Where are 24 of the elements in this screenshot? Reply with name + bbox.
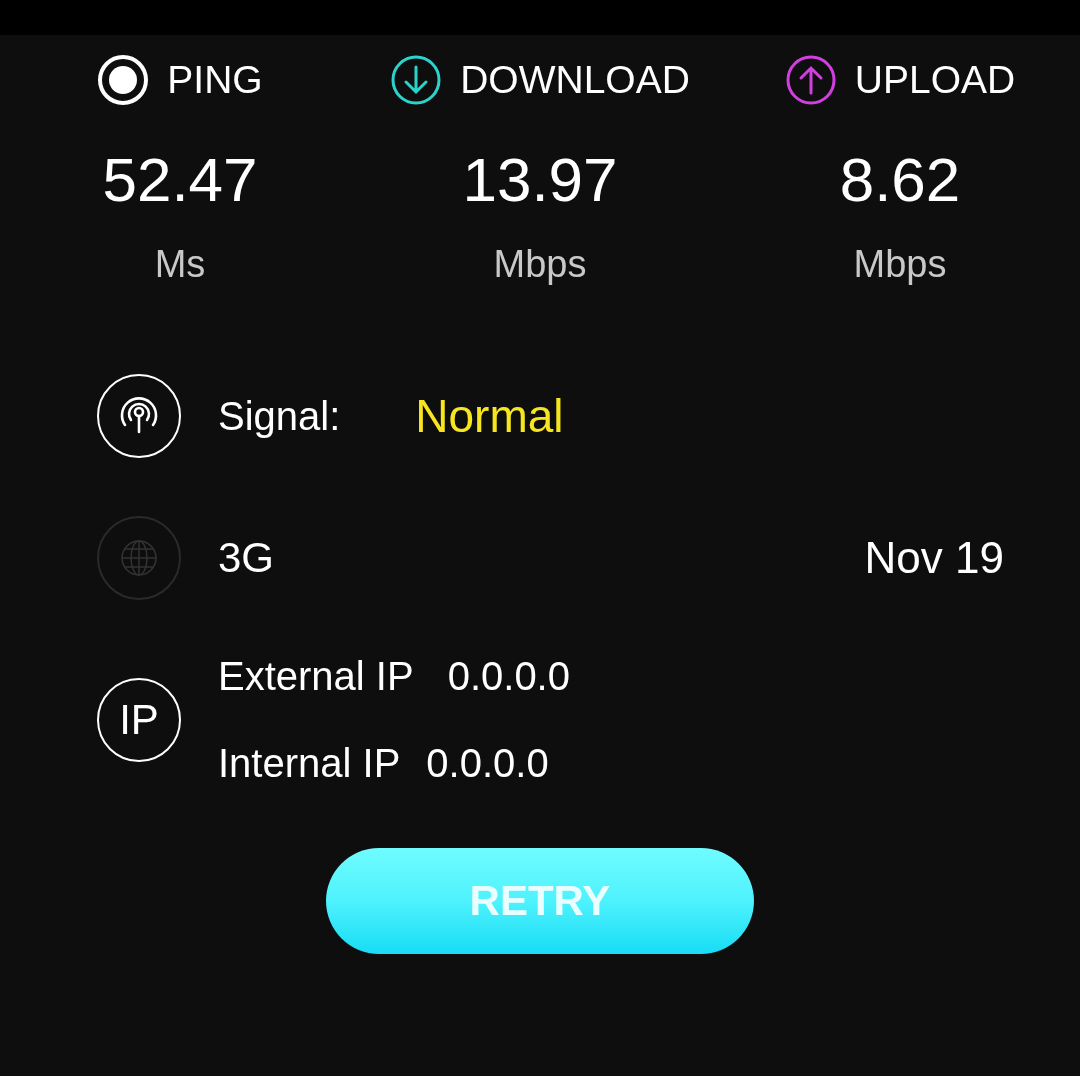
- metric-unit: Mbps: [493, 243, 587, 286]
- signal-icon: [97, 374, 181, 458]
- metric-value: 52.47: [102, 144, 258, 216]
- download-icon: [390, 54, 443, 106]
- upload-icon: [784, 54, 837, 106]
- network-type: 3G: [218, 534, 275, 582]
- signal-status: Normal: [415, 389, 564, 443]
- metric-label: PING: [167, 58, 263, 102]
- signal-label: Signal:: [218, 393, 341, 439]
- metric-unit: Ms: [154, 243, 206, 286]
- ip-label: External IP: [218, 654, 414, 699]
- metric-label: DOWNLOAD: [460, 58, 690, 102]
- ip-address: 0.0.0.0: [447, 654, 570, 699]
- globe-icon: [97, 516, 181, 600]
- ip-label: Internal IP: [218, 741, 401, 786]
- metric-value: 8.62: [839, 144, 961, 216]
- metric-unit: Mbps: [853, 243, 947, 286]
- ip-address: 0.0.0.0: [426, 741, 549, 786]
- date-text: Nov 19: [864, 533, 1004, 583]
- radio-icon: [97, 54, 150, 106]
- metric-label: UPLOAD: [854, 58, 1016, 102]
- retry-button[interactable]: RETRY: [326, 848, 754, 954]
- ip-icon: IP: [97, 678, 181, 762]
- metric-value: 13.97: [462, 144, 618, 216]
